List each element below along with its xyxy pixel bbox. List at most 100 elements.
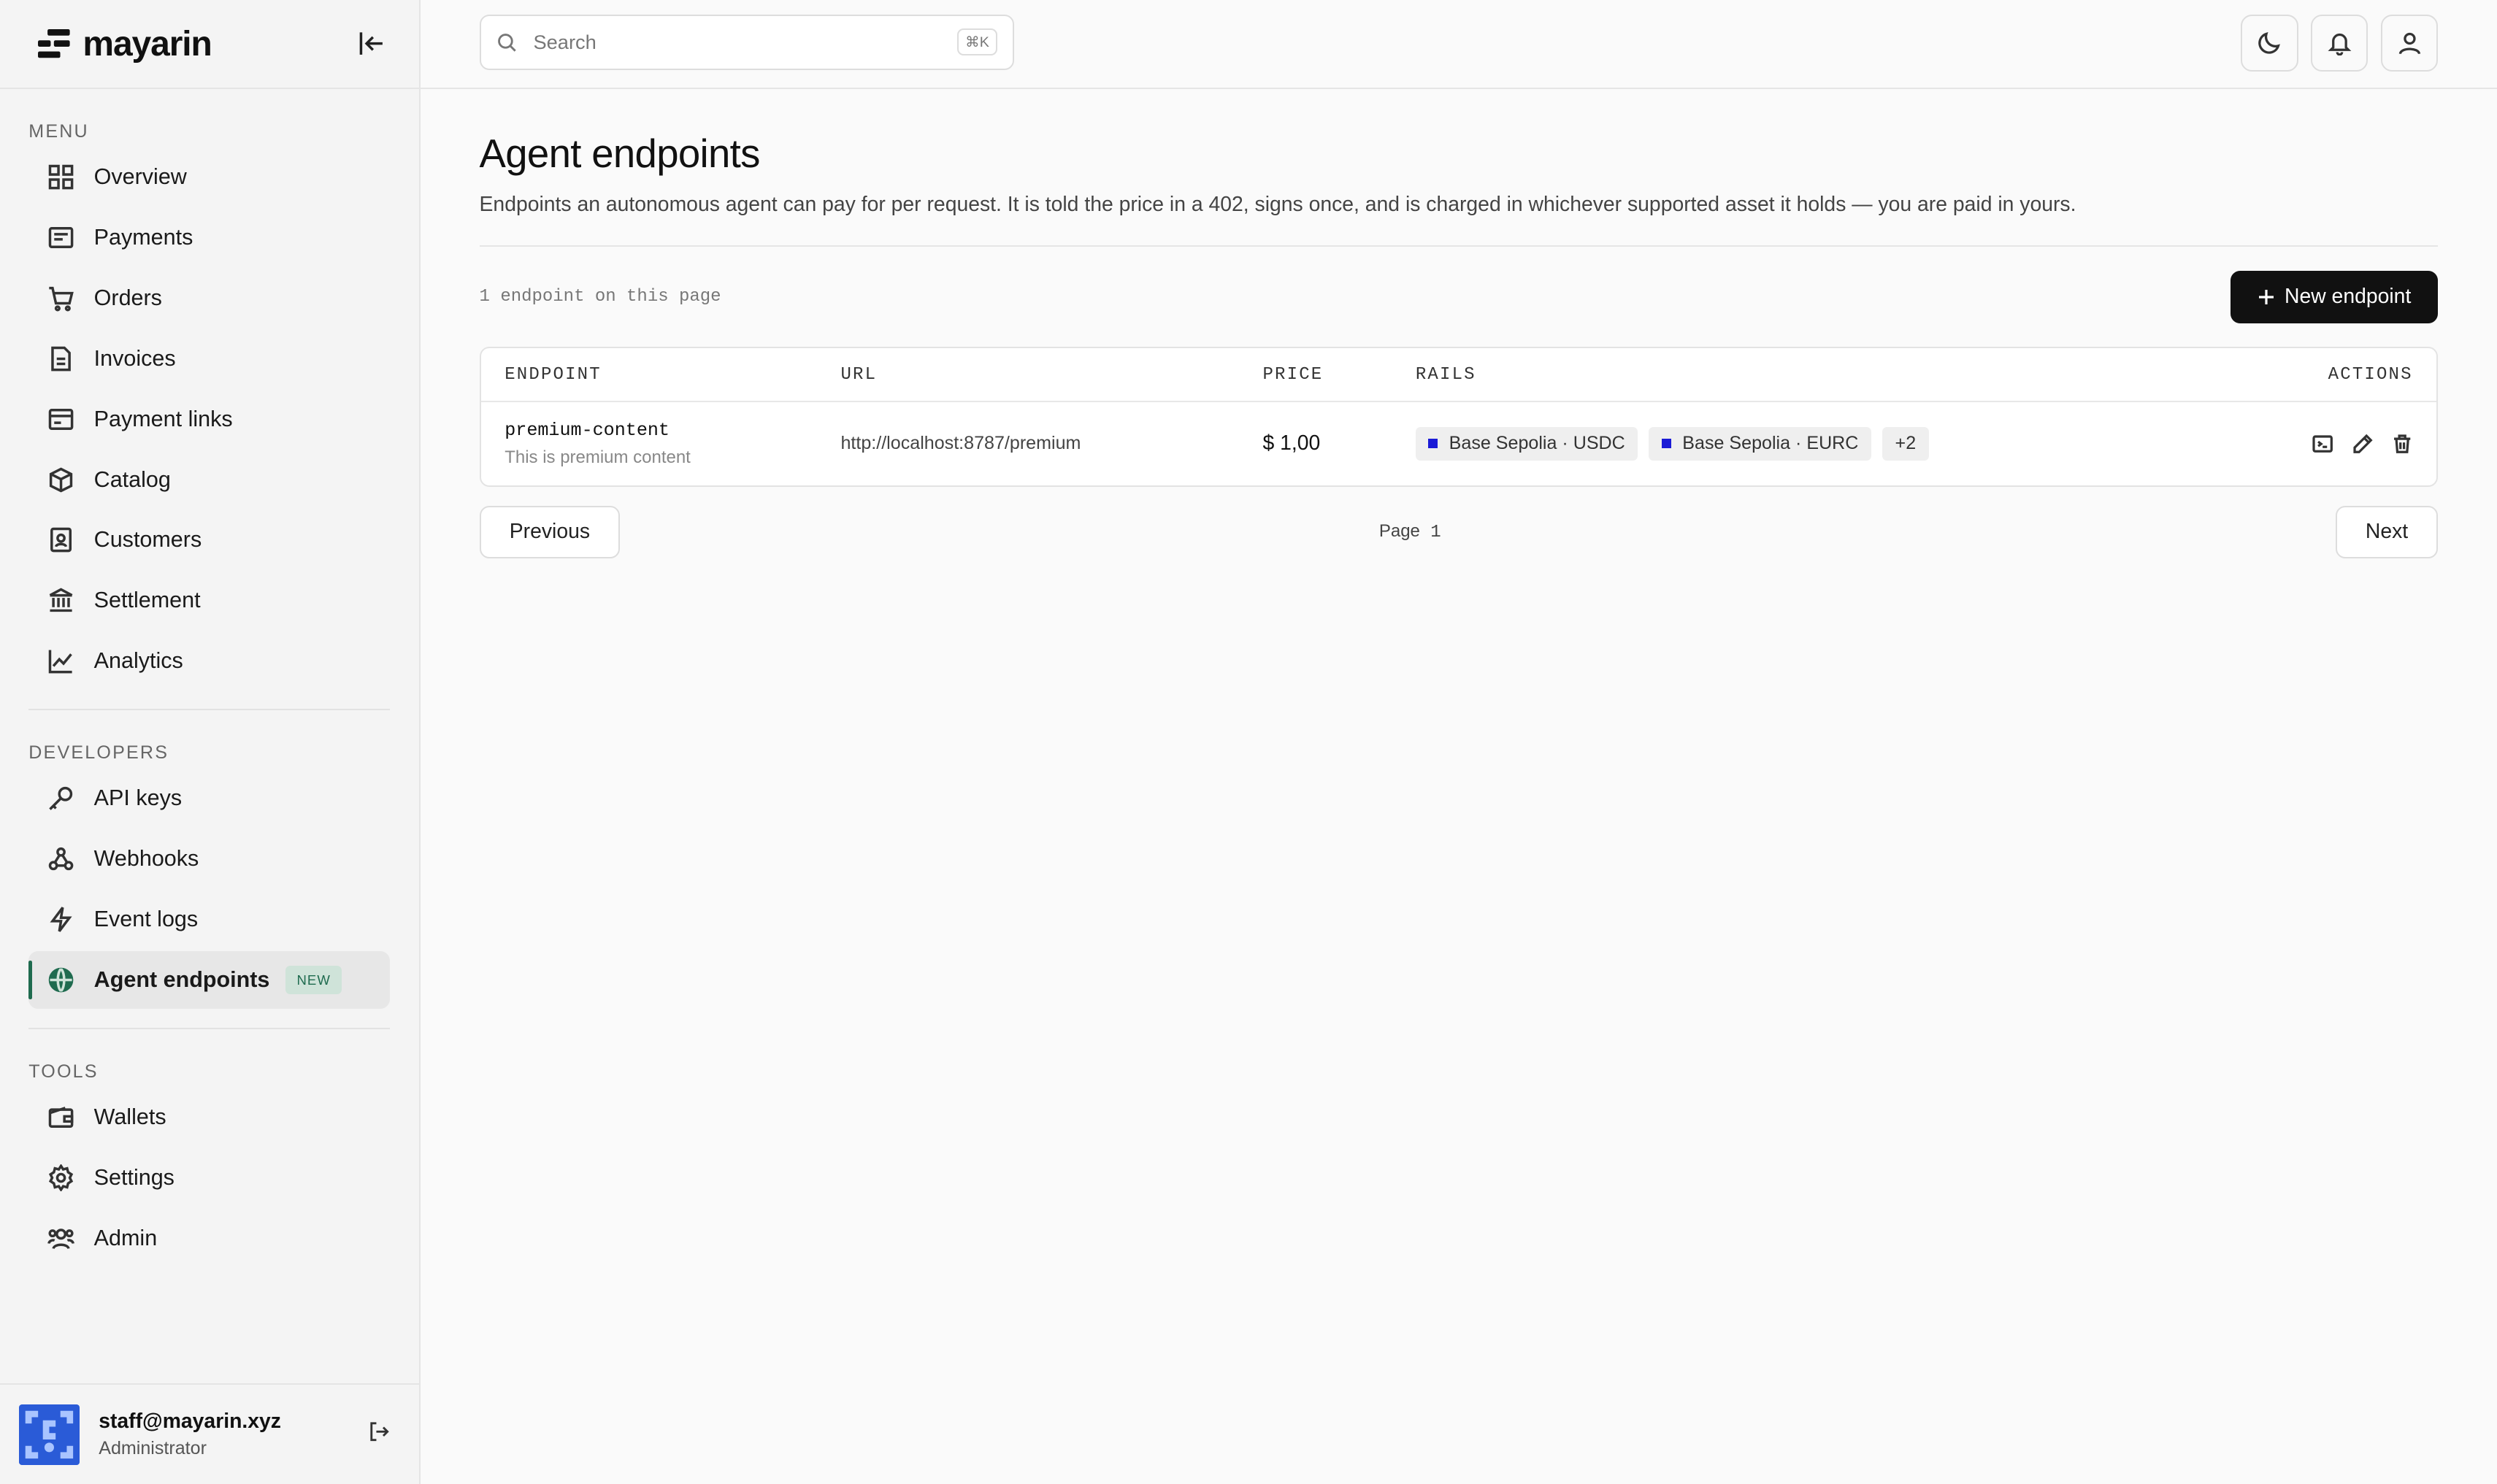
sidebar-item-label: Admin bbox=[93, 1225, 158, 1250]
theme-toggle-button[interactable] bbox=[2240, 14, 2298, 72]
page-number: 1 bbox=[1430, 523, 1441, 543]
sidebar-item-payment-links[interactable]: Payment links bbox=[28, 391, 390, 448]
sidebar-item-admin[interactable]: Admin bbox=[28, 1210, 390, 1267]
logo-mark-icon bbox=[38, 29, 70, 58]
sidebar-item-settlement[interactable]: Settlement bbox=[28, 572, 390, 630]
endpoint-price: $ 1,00 bbox=[1262, 431, 1321, 455]
new-badge: NEW bbox=[285, 965, 342, 995]
sidebar-item-webhooks[interactable]: Webhooks bbox=[28, 831, 390, 888]
logout-button[interactable] bbox=[368, 1420, 391, 1449]
sidebar-item-payments[interactable]: Payments bbox=[28, 209, 390, 266]
sidebar-divider bbox=[28, 1027, 391, 1030]
search-icon bbox=[498, 33, 517, 52]
sidebar-item-wallets[interactable]: Wallets bbox=[28, 1088, 390, 1146]
column-header-endpoint: ENDPOINT bbox=[505, 364, 602, 385]
sidebar-item-catalog[interactable]: Catalog bbox=[28, 451, 390, 509]
top-bar: ⌘K bbox=[420, 0, 2497, 90]
sidebar-item-label: Catalog bbox=[93, 466, 171, 492]
delete-endpoint-button[interactable] bbox=[2392, 434, 2412, 454]
key-icon bbox=[47, 785, 74, 812]
page-description: Endpoints an autonomous agent can pay fo… bbox=[479, 193, 2439, 247]
developers-nav: API keys Webhooks Event logs Agent endpo… bbox=[0, 770, 419, 1009]
sidebar-item-orders[interactable]: Orders bbox=[28, 269, 390, 327]
sidebar-item-label: Customers bbox=[93, 527, 202, 553]
endpoint-count: 1 endpoint on this page bbox=[479, 287, 721, 307]
menu-nav: Overview Payments Orders Invoices Paymen… bbox=[0, 148, 419, 690]
section-label-tools: TOOLS bbox=[28, 1061, 99, 1082]
sidebar-item-label: Analytics bbox=[93, 648, 183, 674]
new-endpoint-button[interactable]: New endpoint bbox=[2230, 270, 2439, 323]
cart-icon bbox=[47, 285, 74, 312]
brand-header: mayarin bbox=[0, 0, 419, 90]
box-icon bbox=[47, 466, 74, 493]
logo[interactable]: mayarin bbox=[38, 24, 212, 64]
pagination: Previous Page 1 Next bbox=[479, 505, 2439, 558]
sidebar-item-event-logs[interactable]: Event logs bbox=[28, 891, 390, 948]
sidebar-item-label: Event logs bbox=[93, 907, 199, 932]
link-card-icon bbox=[47, 406, 74, 433]
search-input[interactable] bbox=[530, 28, 958, 55]
sidebar-item-settings[interactable]: Settings bbox=[28, 1149, 390, 1207]
column-header-url: URL bbox=[840, 364, 878, 385]
sidebar-item-api-keys[interactable]: API keys bbox=[28, 770, 390, 828]
globe-icon bbox=[47, 966, 74, 993]
endpoint-name: premium-content bbox=[505, 420, 670, 442]
sidebar-item-agent-endpoints[interactable]: Agent endpoints NEW bbox=[28, 951, 391, 1009]
edit-endpoint-button[interactable] bbox=[2352, 434, 2373, 454]
new-endpoint-label: New endpoint bbox=[2284, 285, 2412, 309]
logout-icon bbox=[370, 1422, 389, 1441]
top-actions bbox=[2240, 14, 2439, 72]
column-header-actions: ACTIONS bbox=[2328, 364, 2413, 385]
users-icon bbox=[47, 1225, 75, 1252]
endpoints-table: ENDPOINT URL PRICE RAILS ACTIONS premium… bbox=[479, 347, 2439, 487]
avatar[interactable] bbox=[19, 1404, 80, 1465]
chart-icon bbox=[47, 647, 74, 674]
tools-nav: Wallets Settings Admin bbox=[0, 1088, 419, 1266]
webhook-icon bbox=[47, 845, 74, 872]
app-name: mayarin bbox=[83, 24, 212, 64]
sidebar-item-analytics[interactable]: Analytics bbox=[28, 632, 390, 690]
user-email: staff@mayarin.xyz bbox=[99, 1409, 281, 1433]
sidebar-item-label: Payments bbox=[93, 225, 193, 250]
sidebar-item-label: Agent endpoints bbox=[93, 967, 270, 993]
plus-icon bbox=[2258, 289, 2274, 304]
bank-icon bbox=[47, 587, 74, 614]
sidebar-item-invoices[interactable]: Invoices bbox=[28, 330, 390, 388]
rail-chip: Base Sepolia · EURC bbox=[1649, 426, 1871, 461]
profile-button[interactable] bbox=[2380, 14, 2439, 72]
sidebar-item-customers[interactable]: Customers bbox=[28, 512, 390, 569]
sidebar-item-label: Invoices bbox=[93, 345, 176, 371]
sidebar-divider bbox=[28, 709, 391, 711]
next-page-button[interactable]: Next bbox=[2335, 505, 2439, 558]
column-header-price: PRICE bbox=[1262, 364, 1324, 385]
collapse-sidebar-button[interactable] bbox=[352, 25, 390, 63]
endpoint-cell: premium-content This is premium content bbox=[505, 420, 840, 468]
gear-icon bbox=[47, 1164, 74, 1192]
table-row[interactable]: premium-content This is premium content … bbox=[481, 402, 2437, 485]
test-endpoint-button[interactable] bbox=[2312, 434, 2333, 454]
rail-label: Base Sepolia · USDC bbox=[1449, 433, 1625, 454]
sidebar-item-label: Overview bbox=[93, 164, 187, 190]
page-indicator: Page 1 bbox=[485, 521, 2336, 542]
page-title: Agent endpoints bbox=[479, 131, 761, 176]
rails-list: Base Sepolia · USDC Base Sepolia · EURC … bbox=[1415, 426, 2222, 461]
user-role: Administrator bbox=[99, 1438, 207, 1459]
sidebar-item-label: Orders bbox=[93, 285, 162, 310]
sidebar: mayarin MENU Overview Payments Orders In… bbox=[0, 0, 421, 1484]
user-account-bar: staff@mayarin.xyz Administrator bbox=[0, 1383, 419, 1483]
search-box[interactable]: ⌘K bbox=[479, 14, 1015, 70]
notifications-button[interactable] bbox=[2310, 14, 2368, 72]
more-rails-chip[interactable]: +2 bbox=[1882, 426, 1929, 461]
receipt-icon bbox=[47, 224, 74, 251]
sidebar-item-overview[interactable]: Overview bbox=[28, 148, 390, 206]
pencil-icon bbox=[2353, 434, 2373, 453]
search-shortcut-hint: ⌘K bbox=[957, 28, 997, 56]
avatar-pattern-icon bbox=[19, 1404, 80, 1465]
bell-icon bbox=[2328, 34, 2352, 56]
document-icon bbox=[47, 345, 74, 372]
grid-icon bbox=[47, 164, 74, 191]
rail-label: Base Sepolia · EURC bbox=[1682, 433, 1859, 454]
user-icon bbox=[2398, 33, 2420, 55]
sidebar-item-label: Webhooks bbox=[93, 846, 199, 872]
app-root: mayarin MENU Overview Payments Orders In… bbox=[0, 0, 2497, 1484]
